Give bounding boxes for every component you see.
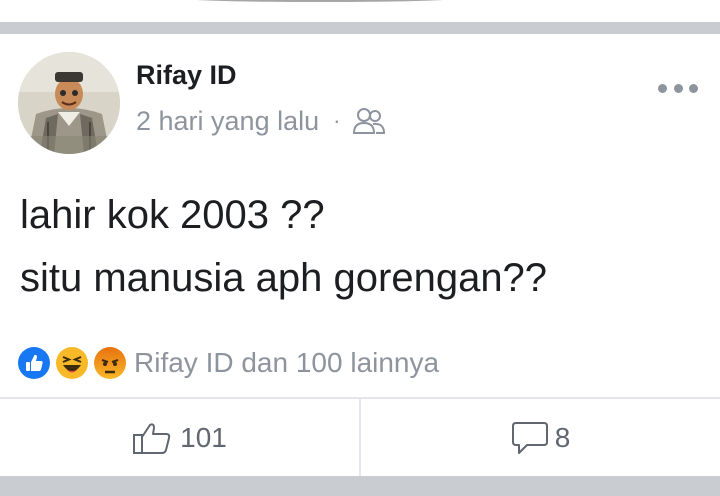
comment-icon — [511, 421, 548, 454]
meta-separator: · — [333, 108, 341, 133]
comment-count: 8 — [554, 421, 571, 453]
comment-button[interactable]: 8 — [359, 399, 720, 476]
previous-post-edge — [0, 0, 720, 22]
avatar[interactable] — [18, 52, 120, 154]
previous-post-shadow — [190, 0, 450, 2]
post-text-line: lahir kok 2003 ?? — [20, 193, 325, 237]
angry-icon — [92, 345, 128, 381]
like-count: 101 — [180, 421, 227, 453]
haha-icon — [54, 345, 90, 381]
more-options-icon[interactable] — [658, 82, 698, 94]
more-dot — [689, 83, 698, 93]
thumbs-up-icon — [133, 422, 171, 454]
post-body: lahir kok 2003 ?? situ manusia aph goren… — [20, 184, 547, 310]
more-dot — [658, 83, 667, 93]
reaction-icons — [16, 344, 132, 382]
reaction-summary-text: Rifay ID dan 100 lainnya — [134, 347, 440, 378]
friends-icon — [352, 106, 386, 136]
post-text-line: situ manusia aph gorengan?? — [20, 256, 548, 300]
post-timestamp[interactable]: 2 hari yang lalu — [136, 106, 319, 137]
feed-separator-bottom — [0, 476, 720, 496]
like-button[interactable]: 101 — [0, 399, 359, 476]
feed-separator-top — [0, 22, 720, 34]
author-name[interactable]: Rifay ID — [136, 60, 237, 91]
like-icon — [16, 345, 52, 381]
reactions-summary[interactable]: Rifay ID dan 100 lainnya — [16, 344, 439, 382]
action-bar: 101 8 — [0, 399, 720, 476]
post-meta: 2 hari yang lalu · — [136, 104, 386, 138]
more-dot — [673, 83, 683, 93]
